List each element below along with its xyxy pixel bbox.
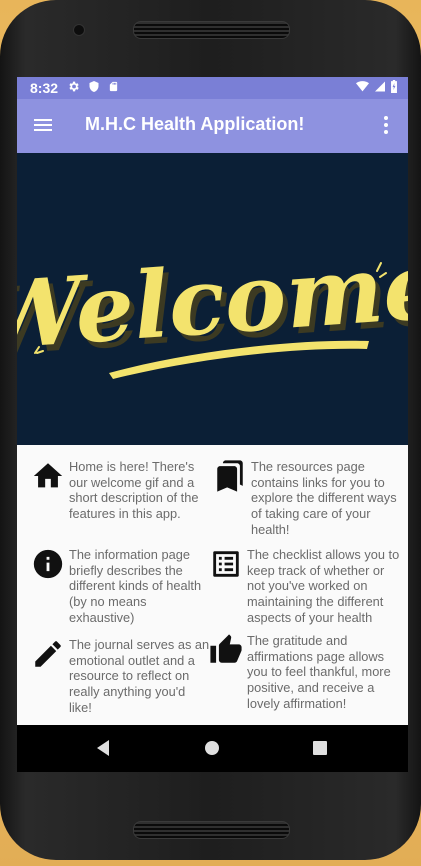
menu-button[interactable] (31, 113, 55, 137)
features-grid: Home is here! There's our welcome gif an… (17, 445, 408, 725)
feature-home: Home is here! There's our welcome gif an… (31, 459, 211, 522)
feature-checklist-text: The checklist allows you to keep track o… (247, 547, 400, 625)
navigation-bar (17, 725, 408, 772)
feature-journal-text: The journal serves as an emotional outle… (69, 637, 210, 715)
battery-icon (391, 80, 397, 93)
feature-information: The information page briefly describes t… (31, 547, 211, 626)
info-icon (33, 549, 63, 579)
home-circle-icon (205, 741, 219, 755)
earpiece-speaker (133, 21, 290, 39)
status-time: 8:32 (30, 80, 59, 96)
status-icons-right (355, 80, 398, 93)
recents-icon (313, 741, 327, 755)
back-button[interactable] (95, 739, 111, 762)
more-vert-icon (384, 116, 388, 134)
feature-journal: The journal serves as an emotional outle… (31, 637, 211, 716)
overflow-menu-button[interactable] (374, 113, 398, 137)
gear-icon (69, 81, 79, 92)
phone-frame: 8:32 M.H.C Health Application! Welcome W… (0, 0, 421, 860)
sd-card-icon (109, 81, 118, 92)
feature-gratitude: The gratitude and affirmations page allo… (209, 633, 401, 712)
recents-button[interactable] (312, 739, 328, 762)
thumbs-up-icon (210, 634, 242, 663)
feature-gratitude-text: The gratitude and affirmations page allo… (247, 633, 391, 711)
front-camera (73, 24, 85, 36)
feature-resources-text: The resources page contains links for yo… (251, 459, 397, 537)
back-icon (97, 740, 109, 756)
cell-signal-icon (375, 81, 385, 92)
screen: 8:32 M.H.C Health Application! Welcome W… (17, 77, 408, 772)
bottom-speaker (133, 821, 290, 839)
app-bar: M.H.C Health Application! (17, 99, 408, 153)
feature-information-text: The information page briefly describes t… (69, 547, 202, 625)
hamburger-menu-icon (34, 119, 52, 131)
app-title: M.H.C Health Application! (85, 114, 305, 134)
welcome-graphic: Welcome Welcome (17, 231, 408, 379)
welcome-banner: Welcome Welcome (17, 153, 408, 445)
status-icons-left (67, 80, 119, 93)
feature-checklist: The checklist allows you to keep track o… (209, 547, 401, 626)
feature-home-text: Home is here! There's our welcome gif an… (69, 459, 199, 522)
wifi-icon (356, 81, 369, 92)
pencil-icon (35, 641, 61, 667)
home-icon (33, 463, 63, 488)
shield-icon (89, 81, 99, 92)
feature-resources: The resources page contains links for yo… (213, 459, 401, 538)
status-bar: 8:32 (17, 77, 408, 99)
checklist-icon (213, 551, 239, 577)
bookmarks-icon (217, 460, 243, 492)
home-button[interactable] (204, 739, 220, 762)
